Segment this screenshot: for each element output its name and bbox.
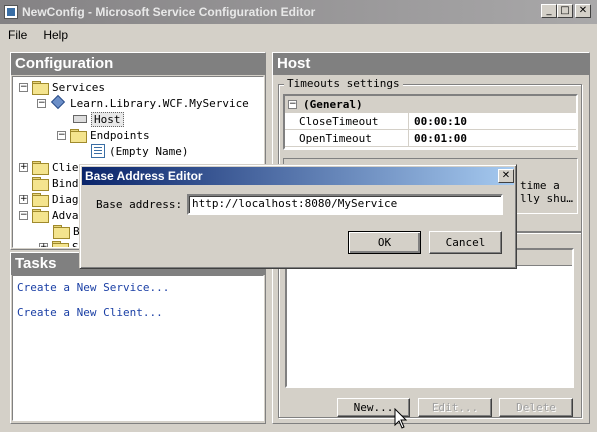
mouse-cursor-icon [394,408,408,429]
property-category[interactable]: − (General) [285,96,576,113]
collapse-icon[interactable]: − [37,98,46,108]
tree-label: Host [91,111,124,127]
dialog-title: Base Address Editor [85,169,203,183]
folder-icon [32,177,49,191]
tree-item-endpoints[interactable]: − Endpoints [57,127,150,143]
folder-icon [70,129,87,143]
folder-icon [52,241,69,247]
tree-item-bindings[interactable]: Bind [32,175,79,191]
close-button[interactable]: ✕ [575,4,591,18]
property-row[interactable]: OpenTimeout 00:01:00 [285,129,576,147]
folder-icon [53,225,70,239]
property-grid[interactable]: − (General) CloseTimeout 00:00:10 OpenTi… [283,94,578,150]
configuration-header: Configuration [11,53,265,75]
tree-label: Endpoints [90,128,150,142]
tree-label: Learn.Library.WCF.MyService [70,96,249,110]
property-value[interactable]: 00:00:10 [409,115,467,128]
tree-item-diagnostics[interactable]: + Diag [19,191,79,207]
tree-item-sub2[interactable]: + S [39,239,79,248]
tree-label: Adva [52,208,79,222]
ok-button[interactable]: OK [348,231,421,254]
property-name: CloseTimeout [285,112,409,130]
tree-item-services[interactable]: − Services [19,79,105,95]
app-icon [4,5,18,19]
tree-item-empty-name[interactable]: (Empty Name) [91,143,188,159]
title-bar: NewConfig - Microsoft Service Configurat… [0,0,597,24]
folder-icon [32,193,49,207]
expand-icon[interactable]: + [39,242,48,247]
dialog-close-button[interactable]: ✕ [498,169,514,183]
tree-label: Clie [52,160,79,174]
tasks-list: Create a New Service... Create a New Cli… [12,275,264,421]
collapse-icon[interactable]: − [19,210,28,220]
tree-label: Bind [52,176,79,190]
tree-label: Services [52,80,105,94]
menu-bar: File Help [0,24,597,46]
property-name: OpenTimeout [285,129,409,147]
description-text: time a [520,179,560,192]
cancel-button[interactable]: Cancel [429,231,502,254]
window-title: NewConfig - Microsoft Service Configurat… [22,5,316,19]
maximize-button[interactable]: □ [557,4,573,18]
property-row[interactable]: CloseTimeout 00:00:10 [285,112,576,130]
expand-icon[interactable]: + [19,194,28,204]
folder-icon [32,161,49,175]
delete-button[interactable]: Delete [499,398,573,417]
tree-item-service[interactable]: − Learn.Library.WCF.MyService [37,95,249,111]
edit-button[interactable]: Edit... [418,398,492,417]
create-service-link[interactable]: Create a New Service... [17,281,169,294]
property-value[interactable]: 00:01:00 [409,132,467,145]
menu-help[interactable]: Help [35,28,76,42]
base-address-label: Base address: [96,198,183,211]
collapse-icon[interactable]: − [57,130,66,140]
tree-label: Diag [52,192,79,206]
minimize-button[interactable]: _ [541,4,557,18]
description-text: lly shu… [520,192,573,205]
folder-icon [32,209,49,223]
service-icon [50,96,66,110]
folder-icon [32,81,49,95]
timeouts-label: Timeouts settings [284,77,403,90]
base-addresses-list[interactable] [285,248,574,388]
category-label: (General) [303,97,363,111]
base-address-input[interactable]: http://localhost:8080/MyService [187,194,503,215]
host-icon [73,115,87,123]
endpoint-icon [91,144,105,158]
collapse-icon[interactable]: − [288,99,297,109]
dialog-title-bar: Base Address Editor ✕ [82,167,514,185]
tree-item-host[interactable]: Host [73,111,124,127]
create-client-link[interactable]: Create a New Client... [17,306,163,319]
menu-file[interactable]: File [0,28,35,42]
tree-label: (Empty Name) [109,144,189,158]
base-address-dialog: Base Address Editor ✕ Base address: http… [79,164,517,269]
tree-label: S [72,240,79,248]
tree-item-client[interactable]: + Clie [19,159,79,175]
tree-item-advanced[interactable]: − Adva [19,207,79,223]
expand-icon[interactable]: + [19,162,28,172]
tree-item-sub1[interactable]: B [53,223,80,239]
collapse-icon[interactable]: − [19,82,28,92]
host-header: Host [273,53,589,75]
